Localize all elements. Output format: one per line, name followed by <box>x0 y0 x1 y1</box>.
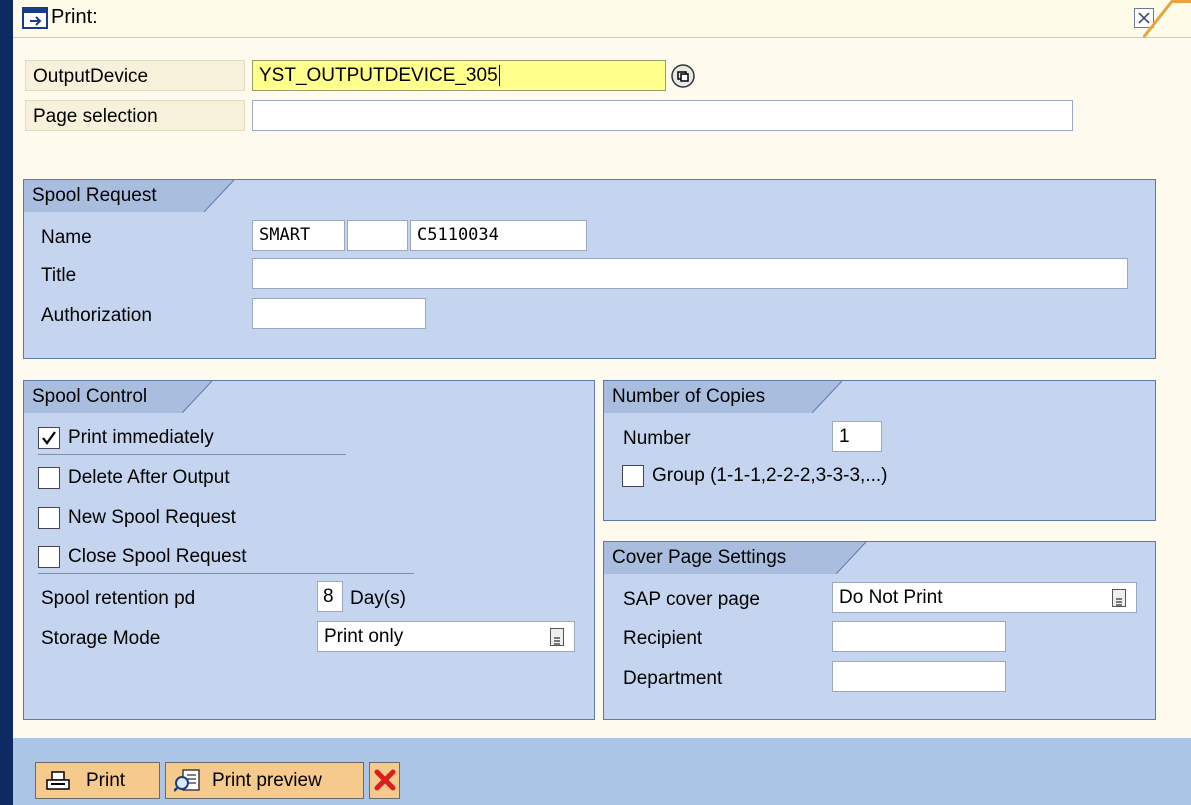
spool-request-title: Spool Request <box>24 180 204 212</box>
checkbox-box <box>622 465 644 487</box>
authorization-label: Authorization <box>41 305 152 326</box>
page-selection-input[interactable] <box>252 100 1073 131</box>
tab-corner <box>836 542 866 574</box>
title-bar-accent <box>1143 0 1191 38</box>
window-left-border <box>0 0 13 805</box>
checkmark-icon <box>42 431 56 445</box>
department-label: Department <box>623 668 723 689</box>
storage-mode-label: Storage Mode <box>41 628 161 649</box>
storage-mode-dropdown[interactable]: Print only <box>317 621 575 652</box>
dropdown-list-icon <box>1112 589 1126 607</box>
tab-corner <box>204 180 234 212</box>
print-preview-button-label: Print preview <box>212 770 322 791</box>
checkbox-box <box>38 467 60 489</box>
spool-name-part1[interactable]: SMART <box>252 220 345 251</box>
recipient-label: Recipient <box>623 628 703 649</box>
sap-cover-page-dropdown[interactable]: Do Not Print <box>832 582 1137 613</box>
number-of-copies-title: Number of Copies <box>604 381 812 413</box>
close-spool-request-label: Close Spool Request <box>68 546 247 567</box>
group-copies-checkbox[interactable]: Group (1-1-1,2-2-2,3-3-3,...) <box>622 461 1022 491</box>
spool-title-label: Title <box>41 265 77 286</box>
cancel-x-icon <box>374 769 396 791</box>
checkbox-box <box>38 507 60 529</box>
delete-after-output-label: Delete After Output <box>68 467 230 488</box>
spool-name-part3[interactable]: C5110034 <box>410 220 587 251</box>
tab-corner <box>812 381 842 413</box>
spool-retention-unit: Day(s) <box>350 588 406 609</box>
divider <box>38 454 346 455</box>
page-selection-label: Page selection <box>25 100 245 131</box>
new-spool-request-checkbox[interactable]: New Spool Request <box>38 503 358 533</box>
dropdown-list-icon <box>550 628 564 646</box>
print-immediately-checkbox[interactable]: Print immediately <box>38 423 358 453</box>
group-copies-label: Group (1-1-1,2-2-2,3-3-3,...) <box>652 465 888 486</box>
checkbox-box <box>38 427 60 449</box>
device-search-button[interactable] <box>670 63 696 89</box>
tab-corner <box>182 381 212 413</box>
action-toolbar: Print Print preview <box>13 738 1191 805</box>
storage-mode-value: Print only <box>324 626 404 647</box>
recipient-input[interactable] <box>832 621 1006 652</box>
delete-after-output-checkbox[interactable]: Delete After Output <box>38 463 358 493</box>
number-of-copies-group: Number of Copies Number 1 Group (1-1-1,2… <box>603 380 1156 521</box>
print-preview-button[interactable]: Print preview <box>165 762 364 799</box>
title-bar: Print: <box>13 0 1191 38</box>
cover-page-settings-title: Cover Page Settings <box>604 542 836 574</box>
output-device-input[interactable]: YST_OUTPUTDEVICE_305 <box>252 60 666 91</box>
print-dialog: Print: OutputDevice YST_OUTPUTDEVICE_305… <box>0 0 1191 805</box>
spool-title-input[interactable] <box>252 258 1128 289</box>
department-input[interactable] <box>832 661 1006 692</box>
spool-retention-label: Spool retention pd <box>41 588 196 609</box>
copies-number-input[interactable]: 1 <box>832 421 882 452</box>
spool-control-title: Spool Control <box>24 381 182 413</box>
spool-retention-input[interactable]: 8 <box>317 581 343 612</box>
sap-cover-page-label: SAP cover page <box>623 589 760 610</box>
output-device-label: OutputDevice <box>25 60 245 91</box>
spool-control-group: Spool Control Print immediately Delete A… <box>23 380 595 720</box>
authorization-input[interactable] <box>252 298 426 329</box>
window-title: Print: <box>51 6 98 28</box>
printer-icon <box>46 771 70 790</box>
output-device-value: YST_OUTPUTDEVICE_305 <box>259 65 498 86</box>
spool-name-part2[interactable] <box>347 220 408 251</box>
print-dialog-icon <box>22 7 48 29</box>
print-button[interactable]: Print <box>35 762 160 799</box>
cover-page-settings-group: Cover Page Settings SAP cover page Do No… <box>603 541 1156 720</box>
sap-cover-page-value: Do Not Print <box>839 587 943 608</box>
print-preview-icon <box>174 769 200 792</box>
cancel-button[interactable] <box>369 762 400 799</box>
copies-number-label: Number <box>623 428 691 449</box>
new-spool-request-label: New Spool Request <box>68 507 236 528</box>
print-immediately-label: Print immediately <box>68 427 214 448</box>
search-help-icon <box>671 64 695 88</box>
spool-request-group: Spool Request Name SMART C5110034 Title … <box>23 179 1156 359</box>
checkbox-box <box>38 546 60 568</box>
close-spool-request-checkbox[interactable]: Close Spool Request <box>38 542 358 572</box>
spool-name-label: Name <box>41 227 92 248</box>
divider <box>38 573 414 574</box>
print-button-label: Print <box>86 770 126 791</box>
